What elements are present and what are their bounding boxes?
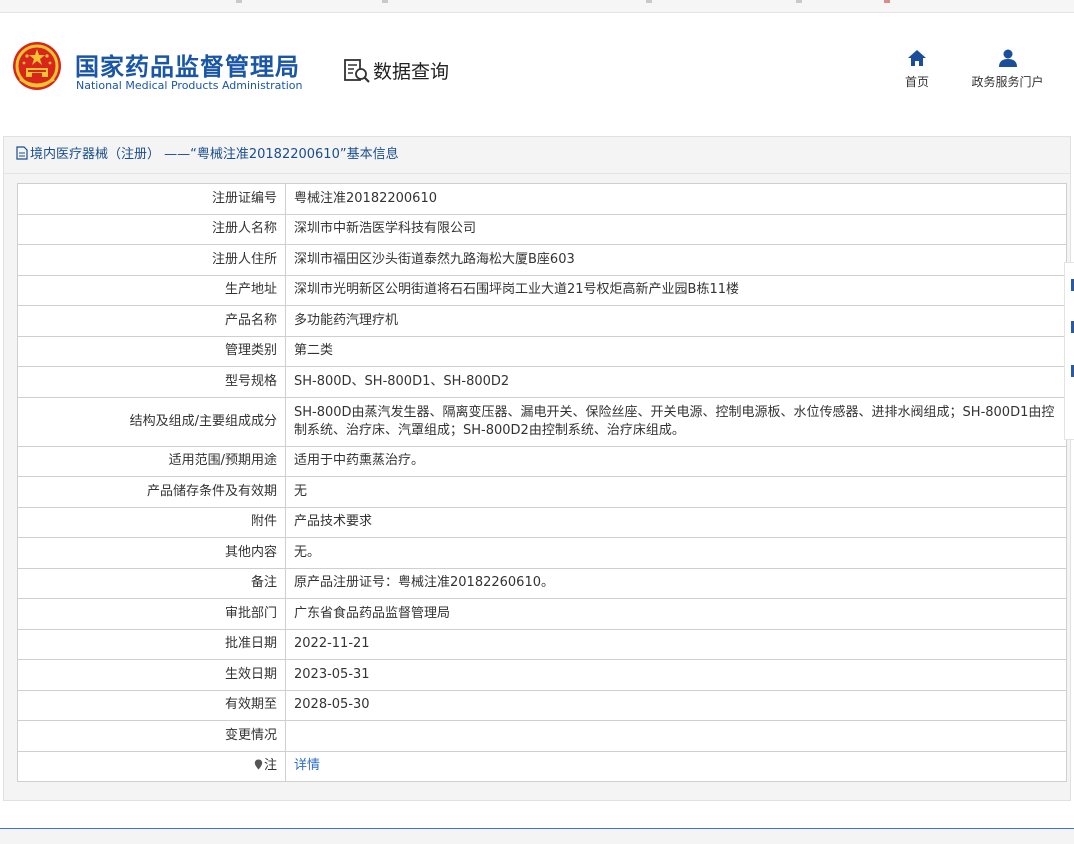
- table-row: 型号规格 SH-800D、SH-800D1、SH-800D2: [17, 366, 1067, 398]
- row-key: 批准日期: [17, 628, 286, 660]
- row-key: 结构及组成/主要组成成分: [17, 396, 286, 447]
- brand-title-en: National Medical Products Administration: [76, 79, 303, 92]
- table-row: 注 详情: [17, 750, 1067, 782]
- row-key-note: 注: [17, 750, 286, 782]
- row-value: 深圳市光明新区公明街道将石石围坪岗工业大道21号权炬高新产业园B栋11楼: [285, 274, 1067, 306]
- row-key: 其他内容: [17, 537, 286, 569]
- row-value: 2023-05-31: [285, 659, 1067, 691]
- table-row: 产品储存条件及有效期无: [17, 476, 1067, 508]
- row-key: 注册证编号: [17, 183, 286, 215]
- row-key: 备注: [17, 567, 286, 599]
- table-row: 生产地址 深圳市光明新区公明街道将石石围坪岗工业大道21号权炬高新产业园B栋11楼: [17, 274, 1067, 306]
- pin-icon: [254, 759, 263, 770]
- row-value: 无: [285, 476, 1067, 508]
- table-row: 附件 产品技术要求: [17, 506, 1067, 538]
- nav-home-link[interactable]: 首页: [895, 49, 939, 90]
- row-key: 管理类别: [17, 335, 286, 367]
- browser-top-strip: [0, 0, 1074, 13]
- row-key: 产品名称: [17, 305, 286, 337]
- table-row: 管理类别 第二类: [17, 335, 1067, 367]
- document-icon: [16, 146, 28, 160]
- site-header: 国家药品监督管理局 National Medical Products Admi…: [0, 13, 1074, 123]
- table-row: 注册人名称 深圳市中新浩医学科技有限公司: [17, 213, 1067, 245]
- brand-title-cn: 国家药品监督管理局: [75, 53, 300, 81]
- row-value: 产品技术要求: [285, 506, 1067, 538]
- row-value: 多功能药汽理疗机: [285, 305, 1067, 337]
- detail-panel: 境内医疗器械（注册） ——“粤械注准20182200610”基本信息 注册证编号…: [3, 136, 1071, 801]
- toolbar-icon: [236, 0, 242, 3]
- row-value: 详情: [285, 750, 1067, 782]
- table-row: 审批部门 广东省食品药品监督管理局: [17, 598, 1067, 630]
- table-row: 注册证编号 粤械注准20182200610: [17, 183, 1067, 215]
- row-value: 无。: [285, 537, 1067, 569]
- data-query-title: 数据查询: [373, 61, 450, 83]
- table-row: 适用范围/预期用途 适用于中药熏蒸治疗。: [17, 445, 1067, 477]
- table-row: 备注 原产品注册证号：粤械注准20182260610。: [17, 567, 1067, 599]
- details-link[interactable]: 详情: [294, 758, 320, 773]
- row-key: 生产地址: [17, 274, 286, 306]
- toolbar-icon: [884, 0, 890, 3]
- nav-home-label: 首页: [904, 75, 929, 89]
- row-key: 变更情况: [17, 720, 286, 752]
- row-value: 第二类: [285, 335, 1067, 367]
- row-value: 适用于中药熏蒸治疗。: [285, 445, 1067, 477]
- table-row: 变更情况: [17, 720, 1067, 752]
- toolbar-icon: [796, 0, 802, 3]
- row-key: 生效日期: [17, 659, 286, 691]
- toolbar-icon: [646, 0, 652, 3]
- row-key-text: 注: [263, 758, 277, 774]
- table-row: 生效日期 2023-05-31: [17, 659, 1067, 691]
- row-value: 广东省食品药品监督管理局: [285, 598, 1067, 630]
- table-row: 批准日期 2022-11-21: [17, 628, 1067, 660]
- row-key: 产品储存条件及有效期: [17, 476, 286, 508]
- table-row: 有效期至 2028-05-30: [17, 689, 1067, 721]
- footer-bar: [0, 828, 1074, 844]
- panel-title: 境内医疗器械（注册） ——“粤械注准20182200610”基本信息: [4, 137, 1070, 174]
- data-query-icon: [344, 59, 370, 83]
- row-value: 2028-05-30: [285, 689, 1067, 721]
- toolbar-icon: [382, 0, 388, 3]
- nav-service-portal-link[interactable]: 政务服务门户: [960, 49, 1055, 90]
- row-value: 原产品注册证号：粤械注准20182260610。: [285, 567, 1067, 599]
- home-icon: [908, 50, 926, 66]
- user-icon: [998, 49, 1017, 67]
- row-key: 注册人住所: [17, 244, 286, 276]
- panel-title-text: 境内医疗器械（注册） ——“粤械注准20182200610”基本信息: [30, 147, 399, 162]
- row-key: 适用范围/预期用途: [17, 445, 286, 477]
- row-value: SH-800D、SH-800D1、SH-800D2: [285, 366, 1067, 398]
- row-key: 审批部门: [17, 598, 286, 630]
- row-key: 注册人名称: [17, 213, 286, 245]
- row-value: 深圳市福田区沙头街道泰然九路海松大厦B座603: [285, 244, 1067, 276]
- table-row: 注册人住所 深圳市福田区沙头街道泰然九路海松大厦B座603: [17, 244, 1067, 276]
- nav-portal-label: 政务服务门户: [971, 75, 1044, 89]
- row-key: 型号规格: [17, 366, 286, 398]
- row-value: SH-800D由蒸汽发生器、隔离变压器、漏电开关、保险丝座、开关电源、控制电源板…: [285, 396, 1067, 447]
- registration-info-table: 注册证编号 粤械注准20182200610 注册人名称 深圳市中新浩医学科技有限公司…: [17, 183, 1067, 782]
- row-value: [285, 720, 1067, 752]
- national-emblem-icon: [13, 42, 61, 90]
- row-value: 深圳市中新浩医学科技有限公司: [285, 213, 1067, 245]
- table-row: 产品名称 多功能药汽理疗机: [17, 305, 1067, 337]
- floating-side-toolbar[interactable]: [1064, 262, 1074, 440]
- row-key: 附件: [17, 506, 286, 538]
- table-row: 结构及组成/主要组成成分 SH-800D由蒸汽发生器、隔离变压器、漏电开关、保险丝…: [17, 396, 1067, 447]
- table-row: 其他内容 无。: [17, 537, 1067, 569]
- row-value: 粤械注准20182200610: [285, 183, 1067, 215]
- row-key: 有效期至: [17, 689, 286, 721]
- row-value: 2022-11-21: [285, 628, 1067, 660]
